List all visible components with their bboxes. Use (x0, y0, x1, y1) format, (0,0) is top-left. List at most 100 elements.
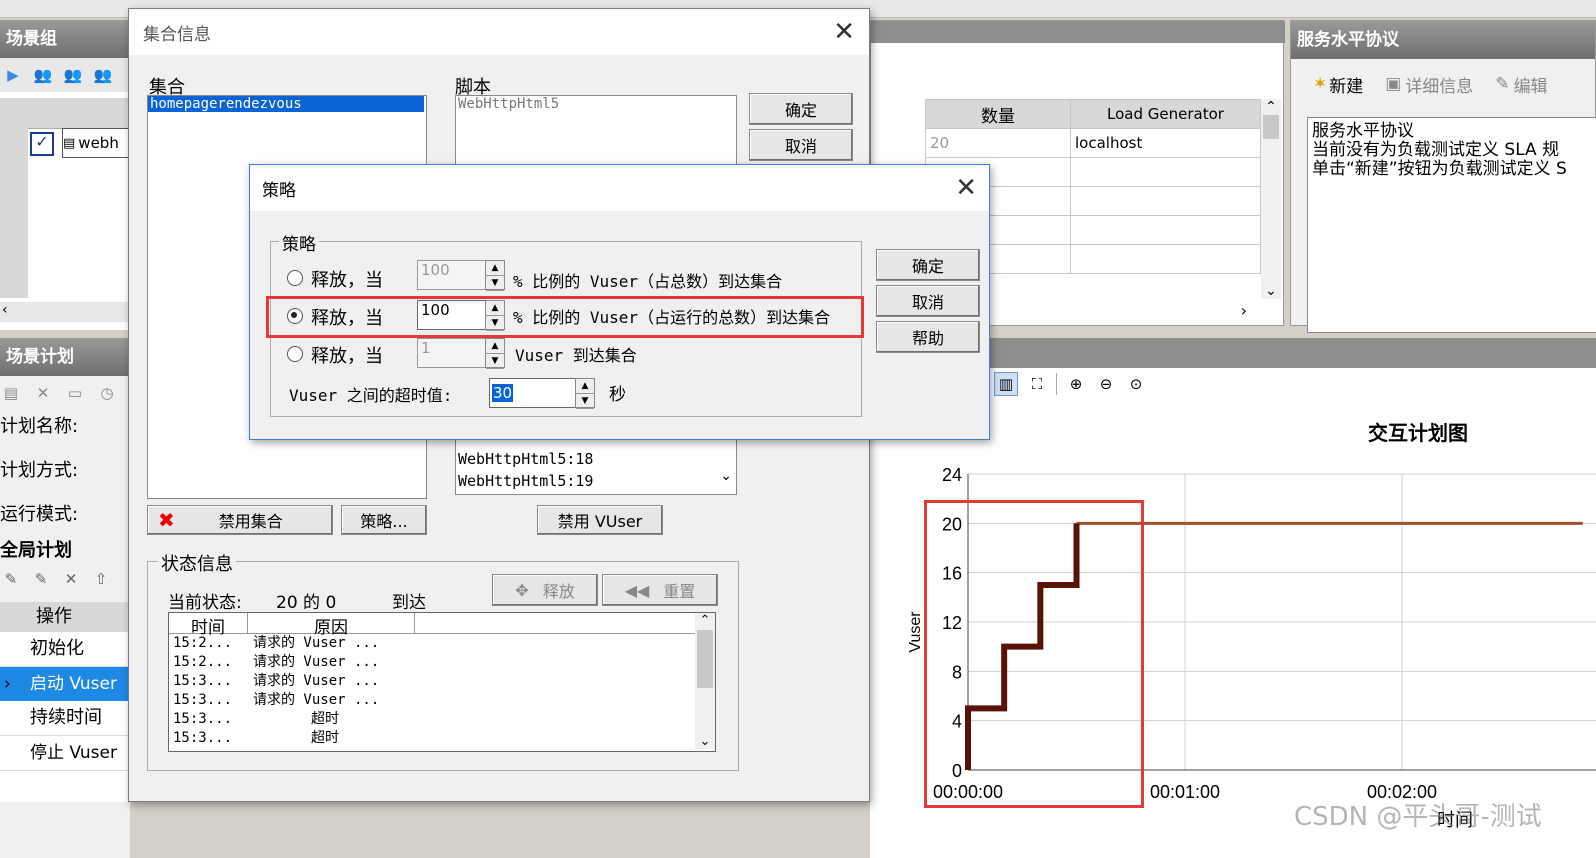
policy-titlebar: 策略 ✕ (250, 165, 989, 211)
log-row[interactable]: 15:3... 超时 (169, 729, 715, 748)
global-toolbar: ✎ ✎ ✕ ⇧ (0, 568, 112, 598)
add-users-icon[interactable]: 👥 (62, 64, 84, 86)
horizontal-scrollbar[interactable]: ‹ (0, 302, 130, 322)
chart-title: 交互计划图 (1368, 421, 1468, 445)
option-total-radio[interactable] (287, 270, 303, 286)
rendezvous-titlebar: 集合信息 ✕ (129, 9, 869, 55)
clock-icon[interactable]: ◷ (96, 382, 118, 404)
rv-cancel-button[interactable]: 取消 (749, 129, 853, 161)
play-icon[interactable]: ▶ (2, 64, 24, 86)
rename-icon[interactable]: ▭ (64, 382, 86, 404)
zoom-out-icon[interactable]: ⊖ (1095, 373, 1117, 395)
log-scrollbar[interactable]: ⌃ ⌄ (695, 613, 715, 749)
scroll-right-icon[interactable]: › (1241, 301, 1247, 320)
scroll-up-icon[interactable]: ⌃ (695, 613, 715, 628)
spin-down-icon[interactable]: ▼ (486, 276, 504, 291)
lg-cell[interactable]: localhost (1070, 128, 1261, 158)
zoom-reset-icon[interactable]: ⊙ (1125, 373, 1147, 395)
new-schedule-icon[interactable]: ▤ (0, 382, 22, 404)
policy-dialog: 策略 ✕ 策略 释放，当 100 ▲ ▼ % 比例的 Vuser（占总数）到达集合… (249, 164, 990, 440)
action-row[interactable]: 持续时间 (0, 701, 130, 736)
sla-line: 当前没有为负载测试定义 SLA 规 (1312, 140, 1560, 160)
disable-rendezvous-button[interactable]: ✖ 禁用集合 (147, 505, 333, 535)
sla-toolbar: ✶ 新建 ▣ 详细信息 ✎ 编辑 (1291, 59, 1595, 109)
group-enabled-checkbox[interactable]: ✓ (30, 132, 54, 156)
schedule-method-label: 计划方式: (0, 460, 79, 481)
option-count-input[interactable]: 1 (417, 338, 488, 368)
schedule-name-label: 计划名称: (0, 416, 79, 437)
policy-cancel-button[interactable]: 取消 (876, 285, 980, 317)
rendezvous-item-selected[interactable]: homepagerendezvous (148, 96, 424, 112)
spin-up-icon[interactable]: ▲ (486, 261, 504, 276)
action-row-selected[interactable]: › 启动 Vuser (0, 667, 130, 701)
schedule-title: 场景计划 (0, 338, 130, 376)
log-reason: 请求的 Vuser ... (253, 654, 380, 670)
log-rows: 15:2... 请求的 Vuser ... 15:2... 请求的 Vuser ...… (169, 634, 715, 748)
log-row[interactable]: 15:2... 请求的 Vuser ... (169, 653, 715, 672)
release-button[interactable]: ✥ 释放 (492, 574, 598, 606)
red-x-icon: ✖ (158, 508, 175, 532)
spin-up-icon[interactable]: ▲ (576, 379, 594, 394)
edit-action-icon[interactable]: ✎ (0, 568, 22, 590)
option-running-input[interactable]: 100 (417, 300, 488, 330)
timeout-input[interactable]: 30 (489, 378, 579, 408)
log-list[interactable]: 时间 原因 15:2... 请求的 Vuser ... 15:2... 请求的 Vus… (168, 612, 716, 752)
spin-down-icon[interactable]: ▼ (576, 394, 594, 409)
move-up-icon[interactable]: ⇧ (90, 568, 112, 590)
log-col-time: 时间 (169, 613, 248, 638)
script-item[interactable]: WebHttpHtml5 (456, 96, 736, 112)
action-row[interactable]: 停止 Vuser (0, 736, 130, 771)
disable-vuser-button[interactable]: 禁用 VUser (537, 505, 663, 535)
sla-line: 服务水平协议 (1312, 121, 1414, 141)
option-count-radio[interactable] (287, 346, 303, 362)
option-total-input[interactable]: 100 (417, 260, 488, 290)
vertical-scrollbar[interactable]: ⌃ ⌄ (1261, 99, 1281, 299)
close-icon[interactable]: ✕ (955, 175, 977, 201)
reset-button[interactable]: ◀◀ 重置 (602, 574, 718, 606)
vuser-item[interactable]: WebHttpHtml5:19 (456, 472, 595, 490)
policy-help-button[interactable]: 帮助 (876, 321, 980, 353)
group-name-cell[interactable]: ▤ webh (62, 128, 132, 158)
fit-icon[interactable]: ⛶ (1026, 373, 1048, 395)
policy-group-label: 策略 (279, 230, 319, 255)
spin-up-icon[interactable]: ▲ (486, 339, 504, 354)
run-mode-label: 运行模式: (0, 504, 79, 525)
delete-icon[interactable]: ✕ (32, 382, 54, 404)
users-icon[interactable]: 👥 (32, 64, 54, 86)
option-running-spinner[interactable]: ▲ ▼ (485, 300, 505, 331)
quantity-cell[interactable]: 20 (925, 128, 1071, 158)
sla-details-button[interactable]: ▣ 详细信息 (1385, 72, 1473, 97)
x-tick-label: 00:01:00 (1150, 782, 1220, 802)
vuser-item[interactable]: WebHttpHtml5:18 (456, 450, 595, 468)
scroll-down-icon[interactable]: ⌄ (720, 468, 732, 484)
log-row[interactable]: 15:3... 超时 (169, 710, 715, 729)
spin-down-icon[interactable]: ▼ (486, 354, 504, 369)
option-running-radio[interactable] (287, 308, 303, 324)
option-count-spinner[interactable]: ▲ ▼ (485, 338, 505, 369)
chart-view-icon[interactable]: ▥ (994, 372, 1018, 396)
option-total-spinner[interactable]: ▲ ▼ (485, 260, 505, 291)
policy-ok-button[interactable]: 确定 (876, 249, 980, 281)
close-icon[interactable]: ✕ (833, 19, 855, 45)
log-row[interactable]: 15:3... 请求的 Vuser ... (169, 691, 715, 710)
scroll-down-icon[interactable]: ⌄ (695, 734, 715, 749)
scroll-down-icon[interactable]: ⌄ (1261, 283, 1281, 299)
chart-toolbar: ▥ ⛶ ⊕ ⊖ ⊙ (994, 372, 1147, 396)
log-row[interactable]: 15:2... 请求的 Vuser ... (169, 634, 715, 653)
timeout-spinner[interactable]: ▲ ▼ (575, 378, 595, 409)
sla-new-button[interactable]: ✶ 新建 (1313, 72, 1363, 97)
remove-users-icon[interactable]: 👥 (92, 64, 114, 86)
remove-action-icon[interactable]: ✕ (60, 568, 82, 590)
policy-button[interactable]: 策略... (341, 505, 427, 535)
scroll-left-icon[interactable]: ‹ (2, 302, 8, 318)
spin-up-icon[interactable]: ▲ (486, 301, 504, 316)
sla-edit-button[interactable]: ✎ 编辑 (1495, 72, 1547, 97)
spin-down-icon[interactable]: ▼ (486, 316, 504, 331)
option-running-label: 释放，当 (311, 308, 383, 329)
log-row[interactable]: 15:3... 请求的 Vuser ... (169, 672, 715, 691)
zoom-in-icon[interactable]: ⊕ (1065, 373, 1087, 395)
add-action-icon[interactable]: ✎ (30, 568, 52, 590)
action-row[interactable]: 初始化 (0, 632, 130, 667)
scroll-up-icon[interactable]: ⌃ (1261, 99, 1281, 115)
rv-ok-button[interactable]: 确定 (749, 93, 853, 125)
